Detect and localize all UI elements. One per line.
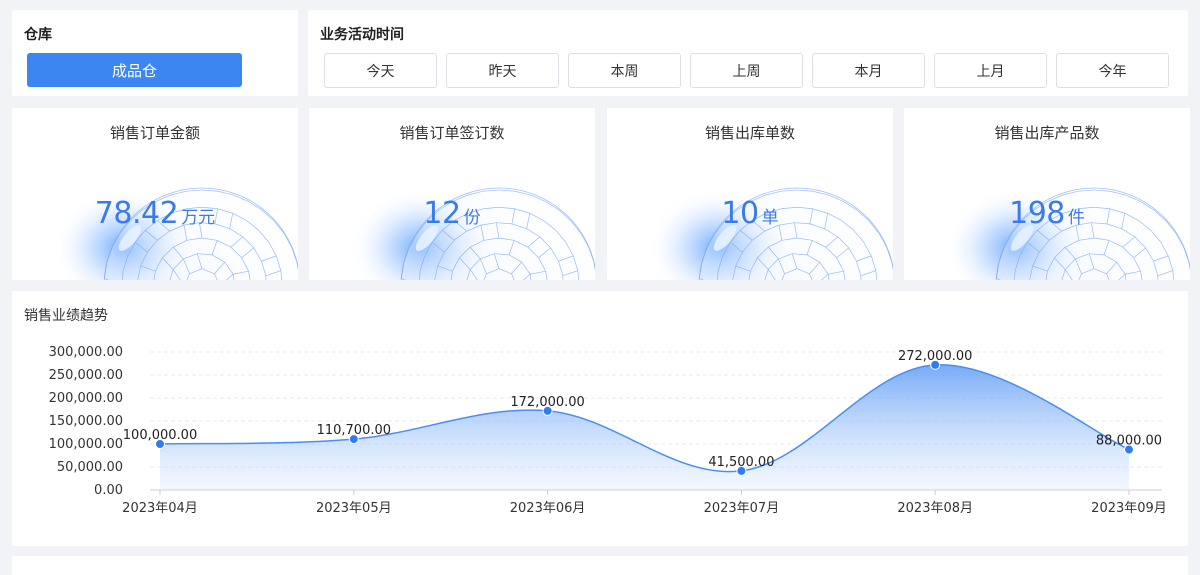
kpi-unit: 份: [463, 208, 481, 228]
bottom-panel-edge: [12, 556, 1188, 575]
x-tick-label: 2023年08月: [897, 501, 973, 516]
kpi-title: 销售订单金额: [109, 124, 200, 142]
data-label: 88,000.00: [1096, 434, 1162, 449]
period-panel: 业务活动时间 今天 昨天 本周 上周 本月 上月 今年: [308, 10, 1188, 96]
y-tick-label: 300,000.00: [49, 345, 123, 360]
x-tick-label: 2023年04月: [122, 501, 198, 516]
period-last-month-button[interactable]: 上月: [934, 53, 1047, 88]
data-label: 110,700.00: [317, 423, 391, 438]
kpi-title: 销售出库单数: [704, 124, 795, 142]
kpi-card-outbound-order-count: 销售出库单数 10 单: [607, 108, 893, 280]
kpi-unit: 万元: [181, 208, 216, 228]
data-label: 41,500.00: [708, 455, 774, 470]
period-this-year-button[interactable]: 今年: [1056, 53, 1169, 88]
kpi-card-sales-order-count: 销售订单签订数 12 份: [309, 108, 595, 280]
period-title: 业务活动时间: [320, 27, 404, 43]
y-tick-label: 0.00: [94, 483, 123, 498]
warehouse-title: 仓库: [24, 27, 52, 43]
kpi-value: 198 件: [904, 196, 1190, 231]
period-this-week-button[interactable]: 本周: [568, 53, 681, 88]
data-label: 172,000.00: [510, 395, 584, 410]
warehouse-finished-goods-button[interactable]: 成品仓: [27, 53, 242, 87]
x-tick-label: 2023年07月: [704, 501, 780, 516]
y-tick-label: 150,000.00: [49, 414, 123, 429]
x-tick-label: 2023年06月: [510, 501, 586, 516]
kpi-card-outbound-product-count: 销售出库产品数 198 件: [904, 108, 1190, 280]
data-label: 100,000.00: [123, 428, 197, 443]
kpi-number: 198: [1009, 196, 1065, 231]
period-this-month-button[interactable]: 本月: [812, 53, 925, 88]
y-tick-label: 50,000.00: [57, 460, 123, 475]
x-tick-label: 2023年09月: [1091, 501, 1167, 516]
period-button-group: 今天 昨天 本周 上周 本月 上月 今年: [324, 53, 1169, 88]
x-tick-label: 2023年05月: [316, 501, 392, 516]
kpi-card-sales-order-amount: 销售订单金额 78.42 万元: [12, 108, 298, 280]
period-last-week-button[interactable]: 上周: [690, 53, 803, 88]
y-tick-label: 250,000.00: [49, 368, 123, 383]
kpi-value: 10 单: [607, 196, 893, 231]
y-tick-label: 100,000.00: [49, 437, 123, 452]
period-yesterday-button[interactable]: 昨天: [446, 53, 559, 88]
kpi-title: 销售出库产品数: [994, 124, 1100, 142]
sales-trend-title: 销售业绩趋势: [24, 308, 108, 324]
sales-trend-chart: 0.0050,000.00100,000.00150,000.00200,000…: [49, 345, 1167, 516]
warehouse-panel: 仓库 成品仓: [12, 10, 298, 96]
sales-trend-panel: 0.00 50,000.00 100,000.00 150,000.00 200,000…: [12, 291, 1188, 546]
period-today-button[interactable]: 今天: [324, 53, 437, 88]
data-label: 272,000.00: [898, 349, 972, 364]
kpi-number: 10: [721, 196, 759, 231]
kpi-value: 12 份: [309, 196, 595, 231]
kpi-unit: 件: [1067, 208, 1085, 228]
kpi-value: 78.42 万元: [12, 196, 298, 231]
y-tick-label: 200,000.00: [49, 391, 123, 406]
kpi-title: 销售订单签订数: [399, 124, 505, 142]
series-area: [160, 364, 1129, 490]
kpi-number: 78.42: [94, 196, 179, 231]
kpi-number: 12: [423, 196, 461, 231]
kpi-unit: 单: [761, 208, 779, 228]
